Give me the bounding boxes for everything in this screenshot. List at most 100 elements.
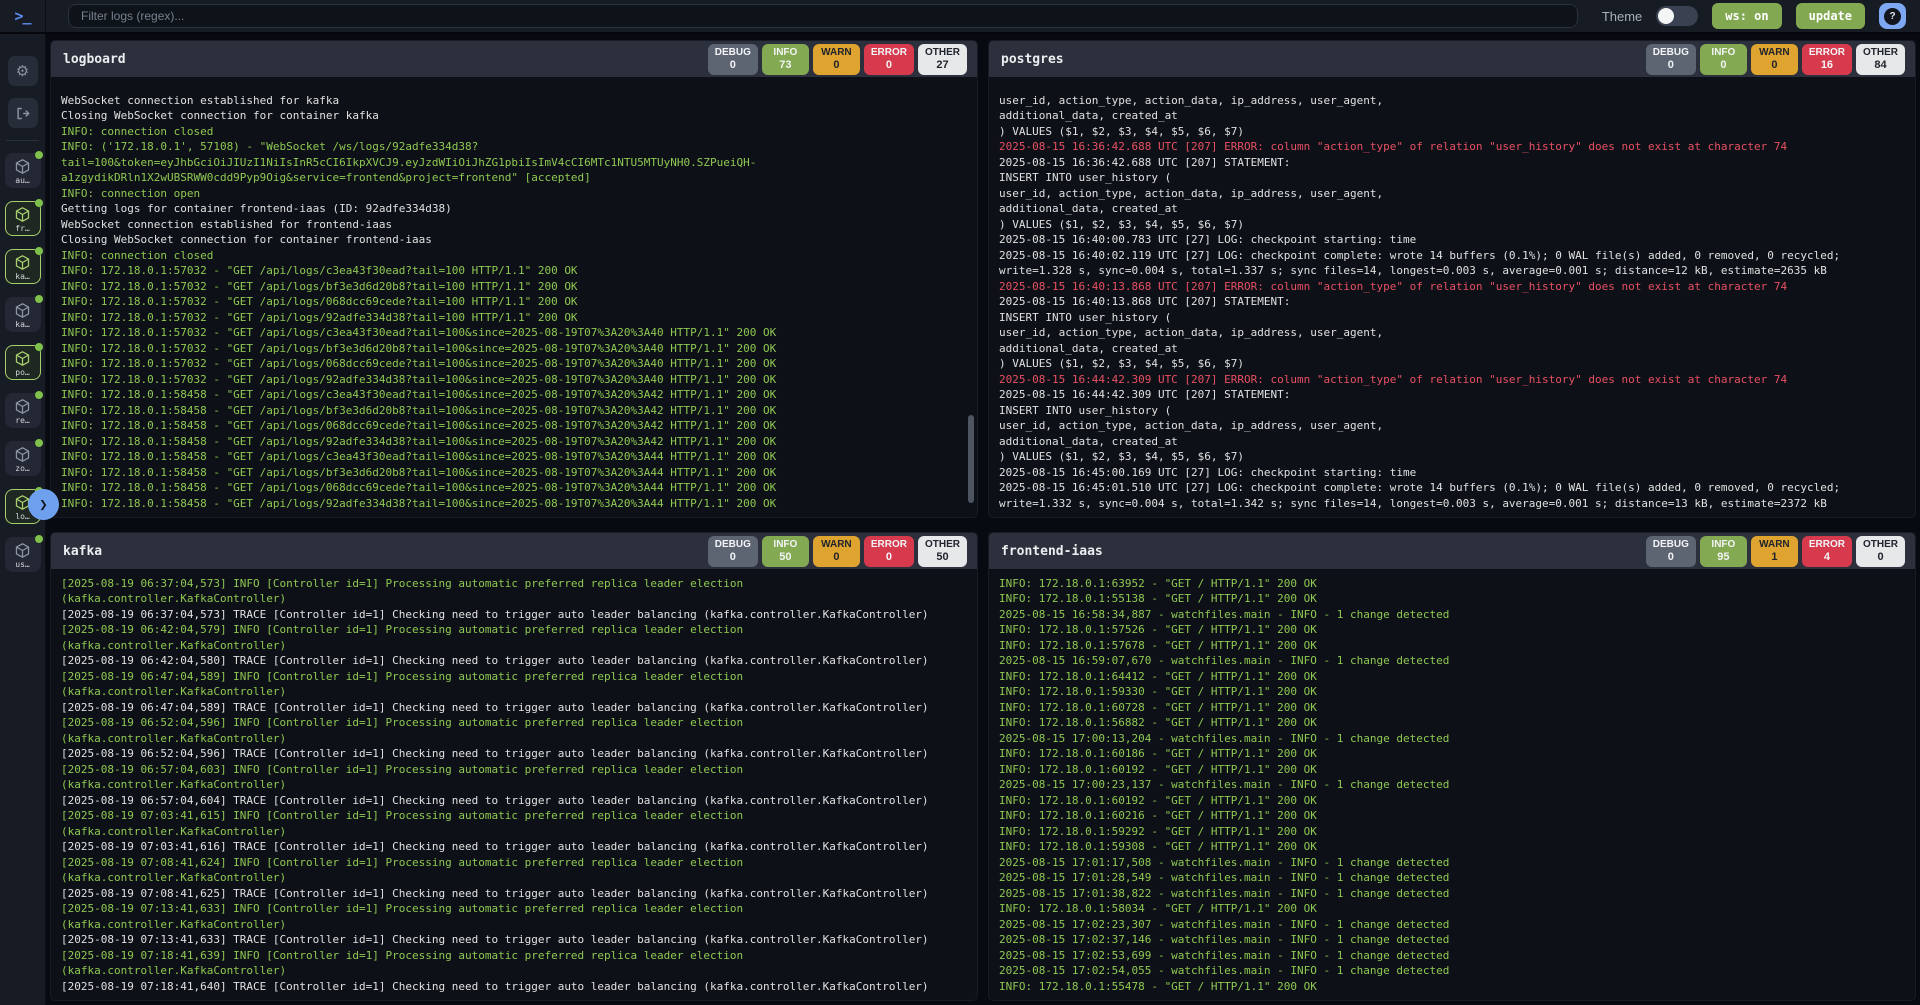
log-line: INFO: 172.18.0.1:55478 - "GET / HTTP/1.1… [999,979,1905,995]
badge-count: 0 [871,551,907,564]
badge-info[interactable]: INFO95 [1700,536,1747,567]
help-button[interactable]: ? [1879,3,1906,29]
settings-button[interactable]: ⚙ [8,56,38,86]
filter-logs-input[interactable] [68,4,1578,28]
badge-label: ERROR [1809,46,1845,59]
sidebar-expand-button[interactable]: ❯ [28,489,59,520]
container-cube-icon [14,446,31,463]
container-label: us… [15,560,29,569]
websocket-toggle-button[interactable]: ws: on [1712,3,1781,29]
badge-warn[interactable]: WARN1 [1751,536,1798,567]
badge-debug[interactable]: DEBUG0 [1646,44,1696,75]
badge-warn[interactable]: WARN0 [1751,44,1798,75]
gear-icon: ⚙ [16,62,29,80]
sidebar-item-re-5[interactable]: re… [5,393,41,428]
badge-count: 1 [1758,551,1791,564]
badge-info[interactable]: INFO73 [762,44,809,75]
badge-label: OTHER [925,46,960,59]
sidebar-item-us-8[interactable]: us… [5,537,41,572]
log-line: additional_data, created_at [999,341,1905,357]
log-line: 2025-08-15 16:40:00.783 UTC [27] LOG: ch… [999,232,1905,248]
badge-info[interactable]: INFO0 [1700,44,1747,75]
badge-warn[interactable]: WARN0 [813,44,860,75]
badge-label: OTHER [1863,538,1898,551]
log-output[interactable]: user_id, action_type, action_data, ip_ad… [989,77,1915,517]
log-line: INFO: 172.18.0.1:55138 - "GET / HTTP/1.1… [999,591,1905,607]
log-line: INFO: 172.18.0.1:58458 - "GET /api/logs/… [61,465,967,481]
log-line: additional_data, created_at [999,201,1905,217]
badge-info[interactable]: INFO50 [762,536,809,567]
sidebar-item-au-0[interactable]: au… [5,153,41,188]
log-line: ) VALUES ($1, $2, $3, $4, $5, $6, $7) [999,449,1905,465]
theme-toggle[interactable] [1656,6,1698,26]
badge-label: OTHER [1863,46,1898,59]
log-line: [2025-08-19 07:13:41,633] INFO [Controll… [61,901,967,917]
log-line: [2025-08-19 06:37:04,573] TRACE [Control… [61,607,967,623]
sidebar-item-fr-1[interactable]: fr… [5,201,41,236]
badge-count: 4 [1809,551,1845,564]
sidebar-item-ka-2[interactable]: ka… [5,249,41,284]
logout-icon [15,106,30,121]
log-line: (kafka.controller.KafkaController) [61,917,967,933]
sidebar-item-po-4[interactable]: po… [5,345,41,380]
log-output[interactable]: [2025-08-19 06:37:04,573] INFO [Controll… [51,569,977,1000]
log-line: INFO: 172.18.0.1:57032 - "GET /api/logs/… [61,356,967,372]
log-line: INFO: 172.18.0.1:57526 - "GET / HTTP/1.1… [999,622,1905,638]
badge-other[interactable]: OTHER84 [1856,44,1905,75]
sidebar-item-zo-6[interactable]: zo… [5,441,41,476]
scrollbar-thumb[interactable] [968,415,974,503]
log-output[interactable]: INFO: 172.18.0.1:63952 - "GET / HTTP/1.1… [989,569,1915,1000]
log-line: user_id, action_type, action_data, ip_ad… [999,418,1905,434]
log-line: 2025-08-15 16:40:13.868 UTC [207] STATEM… [999,294,1905,310]
log-line: (kafka.controller.KafkaController) [61,591,967,607]
badge-other[interactable]: OTHER50 [918,536,967,567]
log-line: [2025-08-19 06:57:04,604] TRACE [Control… [61,793,967,809]
badge-debug[interactable]: DEBUG0 [1646,536,1696,567]
log-line: 2025-08-15 17:02:37,146 - watchfiles.mai… [999,932,1905,948]
badge-error[interactable]: ERROR16 [1802,44,1852,75]
panel-kafka: kafka DEBUG0INFO50WARN0ERROR0OTHER50 [20… [50,532,978,1001]
badge-error[interactable]: ERROR4 [1802,536,1852,567]
log-line: (kafka.controller.KafkaController) [61,824,967,840]
log-line: write=1.332 s, sync=0.004 s, total=1.342… [999,496,1905,512]
badge-debug[interactable]: DEBUG0 [708,536,758,567]
sidebar-item-ka-3[interactable]: ka… [5,297,41,332]
update-button[interactable]: update [1796,3,1865,29]
badge-label: DEBUG [715,46,751,59]
log-line: a1zgydikDRln1X2wUBSRWW0cdd9Pyp9Oig&servi… [61,170,967,186]
log-line: INSERT INTO user_history ( [999,310,1905,326]
badge-label: INFO [769,538,802,551]
log-output[interactable]: WebSocket connection established for kaf… [51,77,977,517]
log-line: INFO: 172.18.0.1:57032 - "GET /api/logs/… [61,325,967,341]
badge-error[interactable]: ERROR0 [864,536,914,567]
badge-other[interactable]: OTHER27 [918,44,967,75]
log-line: (kafka.controller.KafkaController) [61,870,967,886]
log-line: user_id, action_type, action_data, ip_ad… [999,186,1905,202]
log-line: INFO: 172.18.0.1:58458 - "GET /api/logs/… [61,403,967,419]
logout-button[interactable] [8,98,38,128]
badge-label: WARN [1758,46,1791,59]
badge-count: 0 [1653,59,1689,72]
container-label: re… [15,416,29,425]
log-line: [2025-08-19 06:42:04,580] TRACE [Control… [61,653,967,669]
log-line: INFO: 172.18.0.1:58458 - "GET /api/logs/… [61,480,967,496]
badge-warn[interactable]: WARN0 [813,536,860,567]
badge-error[interactable]: ERROR0 [864,44,914,75]
terminal-prompt-icon: >_ [14,7,30,25]
chevron-right-icon: ❯ [39,497,47,513]
badge-label: INFO [769,46,802,59]
badge-other[interactable]: OTHER0 [1856,536,1905,567]
log-line: INFO: 172.18.0.1:57032 - "GET /api/logs/… [61,263,967,279]
log-line: [2025-08-19 06:37:04,573] INFO [Controll… [61,576,967,592]
log-line: WebSocket connection established for kaf… [61,93,967,109]
theme-toggle-knob [1658,8,1674,24]
container-label: fr… [15,224,29,233]
badge-label: INFO [1707,538,1740,551]
log-line: additional_data, created_at [999,108,1905,124]
panel-header: logboard DEBUG0INFO73WARN0ERROR0OTHER27 [51,41,977,77]
badge-debug[interactable]: DEBUG0 [708,44,758,75]
panel-title: postgres [1001,52,1064,67]
log-line: (kafka.controller.KafkaController) [61,731,967,747]
status-dot [35,391,43,399]
log-line: INFO: 172.18.0.1:58458 - "GET /api/logs/… [61,496,967,512]
